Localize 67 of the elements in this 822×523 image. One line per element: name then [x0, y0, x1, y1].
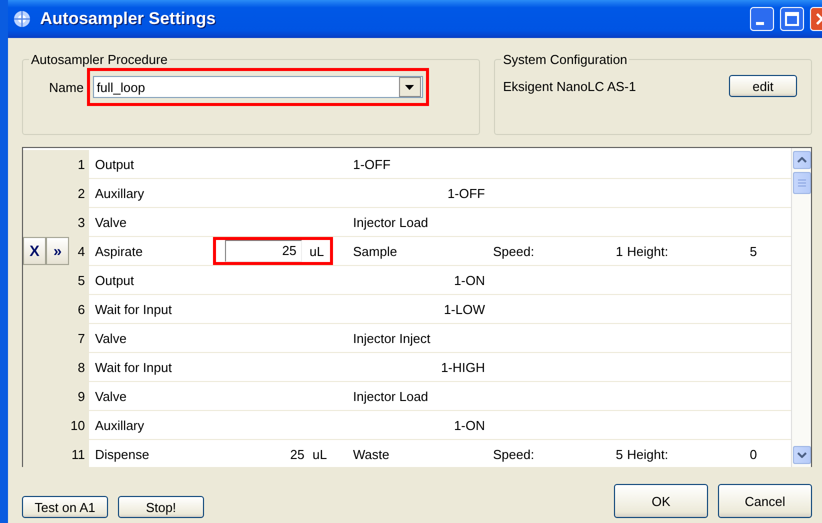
step-state: 1-LOW	[444, 302, 485, 316]
step-state: 1-ON	[454, 272, 485, 288]
speed-label: Speed:	[493, 446, 534, 462]
step-action: Valve	[94, 330, 128, 346]
step-number: 2	[78, 186, 85, 200]
step-target: Sample	[353, 244, 398, 258]
step-number: 7	[78, 330, 85, 346]
step-number: 4	[78, 244, 85, 258]
unit-label: uL	[312, 446, 327, 462]
step-action: Output	[94, 272, 136, 288]
step-action: Auxillary	[94, 186, 146, 200]
scroll-thumb[interactable]	[793, 172, 811, 194]
group-title: Autosampler Procedure	[30, 52, 169, 67]
step-number: 5	[78, 272, 85, 288]
grip-icon	[798, 179, 806, 187]
dropdown-arrow-icon	[405, 84, 414, 90]
step-action: Valve	[94, 214, 128, 230]
step-action: Output	[94, 156, 136, 172]
move-step-button[interactable]: »	[46, 237, 69, 265]
scrollbar[interactable]	[791, 148, 811, 467]
device-name: Eksigent NanoLC AS-1	[503, 78, 636, 94]
step-target: Injector Inject	[353, 330, 430, 346]
step-number: 6	[78, 302, 85, 316]
step-number: 8	[78, 360, 85, 374]
maximize-button[interactable]	[780, 7, 804, 31]
step-target: Injector Load	[353, 388, 428, 404]
step-action: Auxillary	[94, 418, 146, 432]
scroll-up-button[interactable]	[793, 151, 811, 169]
step-target: 1-OFF	[353, 156, 391, 172]
step-number: 10	[70, 418, 85, 432]
step-action: Wait for Input	[94, 360, 173, 374]
height-label: Height:	[627, 244, 668, 258]
speed-value: 1	[616, 244, 623, 258]
unit-label: uL	[310, 244, 324, 258]
ok-button[interactable]: OK	[614, 484, 708, 518]
speed-value: 5	[616, 446, 623, 462]
amount-value: 25	[290, 446, 305, 462]
step-number: 1	[78, 156, 85, 172]
step-state: 1-HIGH	[440, 360, 485, 374]
step-number: 3	[78, 214, 85, 230]
step-target: Waste	[353, 446, 390, 462]
height-value: 0	[750, 446, 757, 462]
scroll-down-button[interactable]	[793, 446, 811, 464]
amount-field[interactable]: 25	[225, 240, 302, 262]
cancel-button[interactable]: Cancel	[718, 484, 812, 518]
step-number: 9	[78, 388, 85, 404]
step-number: 11	[72, 446, 85, 462]
step-action: Aspirate	[94, 244, 144, 258]
app-icon	[12, 9, 32, 29]
name-dropdown[interactable]: full_loop	[92, 76, 423, 98]
step-action: Valve	[94, 388, 128, 404]
step-state: 1-ON	[454, 418, 485, 432]
name-label: Name	[49, 80, 84, 94]
step-state: 1-OFF	[447, 186, 485, 200]
speed-label: Speed:	[493, 244, 534, 258]
height-value: 5	[750, 244, 757, 258]
step-action: Wait for Input	[94, 302, 173, 316]
test-button[interactable]: Test on A1	[22, 496, 108, 518]
window-title: Autosampler Settings	[40, 9, 216, 29]
minimize-button[interactable]	[750, 7, 774, 31]
step-target: Injector Load	[353, 214, 428, 230]
height-label: Height:	[627, 446, 668, 462]
edit-button[interactable]: edit	[729, 75, 797, 97]
group-title: System Configuration	[502, 52, 628, 67]
delete-step-button[interactable]: X	[23, 237, 46, 265]
step-action: Dispense	[94, 446, 150, 462]
stop-button[interactable]: Stop!	[118, 496, 204, 518]
